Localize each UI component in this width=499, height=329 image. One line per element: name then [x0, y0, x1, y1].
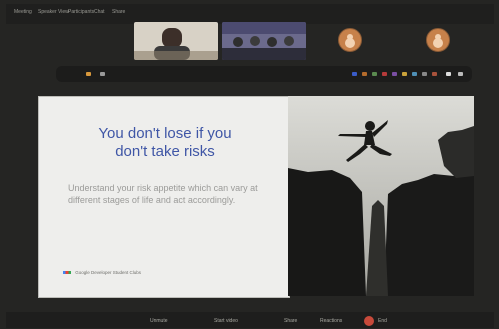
slide-title-line2: don't take risks: [115, 143, 215, 160]
slide-body-text: Understand your risk appetite which can …: [68, 183, 258, 205]
menu-speaker-view[interactable]: Speaker View: [38, 9, 69, 15]
video-tile-audience[interactable]: [222, 22, 306, 60]
risk-jump-photo: [288, 96, 474, 296]
menu-meeting[interactable]: Meeting: [14, 9, 32, 15]
end-button[interactable]: End: [378, 318, 387, 324]
reactions-button[interactable]: Reactions: [320, 318, 342, 324]
video-tile-speaker[interactable]: [134, 22, 218, 60]
participant-avatar-1[interactable]: [338, 28, 362, 52]
slide-footer: Google Developer Student Clubs: [63, 270, 141, 275]
menu-participants[interactable]: Participants: [68, 9, 94, 15]
toolbar-icon-2[interactable]: [100, 72, 105, 76]
cliff-jump-image: [288, 96, 474, 296]
share-button[interactable]: Share: [284, 318, 297, 324]
speaker-video: [134, 22, 218, 60]
gdsc-logo-icon: [63, 271, 71, 275]
meeting-controls-bar: [6, 312, 494, 328]
toolbar-icon-blue[interactable]: [352, 72, 357, 76]
start-video-button[interactable]: Start video: [214, 318, 238, 324]
presentation-toolbar: [56, 66, 472, 82]
audience-video: [222, 22, 306, 60]
toolbar-icon-green[interactable]: [372, 72, 377, 76]
toolbar-icon-cyan[interactable]: [412, 72, 417, 76]
toolbar-icon-purple[interactable]: [392, 72, 397, 76]
slide-footer-label: Google Developer Student Clubs: [75, 270, 142, 275]
end-call-icon[interactable]: [364, 316, 374, 326]
toolbar-icon-1[interactable]: [86, 72, 91, 76]
toolbar-icon-brown[interactable]: [432, 72, 437, 76]
toolbar-icon-red[interactable]: [382, 72, 387, 76]
participant-avatar-2[interactable]: [426, 28, 450, 52]
unmute-button[interactable]: Unmute: [150, 318, 168, 324]
toolbar-icon-yellow[interactable]: [402, 72, 407, 76]
menu-share[interactable]: Share: [112, 9, 125, 15]
toolbar-icon-orange[interactable]: [362, 72, 367, 76]
toolbar-icon-white[interactable]: [446, 72, 451, 76]
slide-title: You don't lose if you don't take risks: [70, 125, 260, 161]
menu-chat[interactable]: Chat: [94, 9, 105, 15]
toolbar-icon-gray[interactable]: [422, 72, 427, 76]
toolbar-icon-more[interactable]: [458, 72, 463, 76]
slide-title-line1: You don't lose if you: [98, 125, 232, 142]
